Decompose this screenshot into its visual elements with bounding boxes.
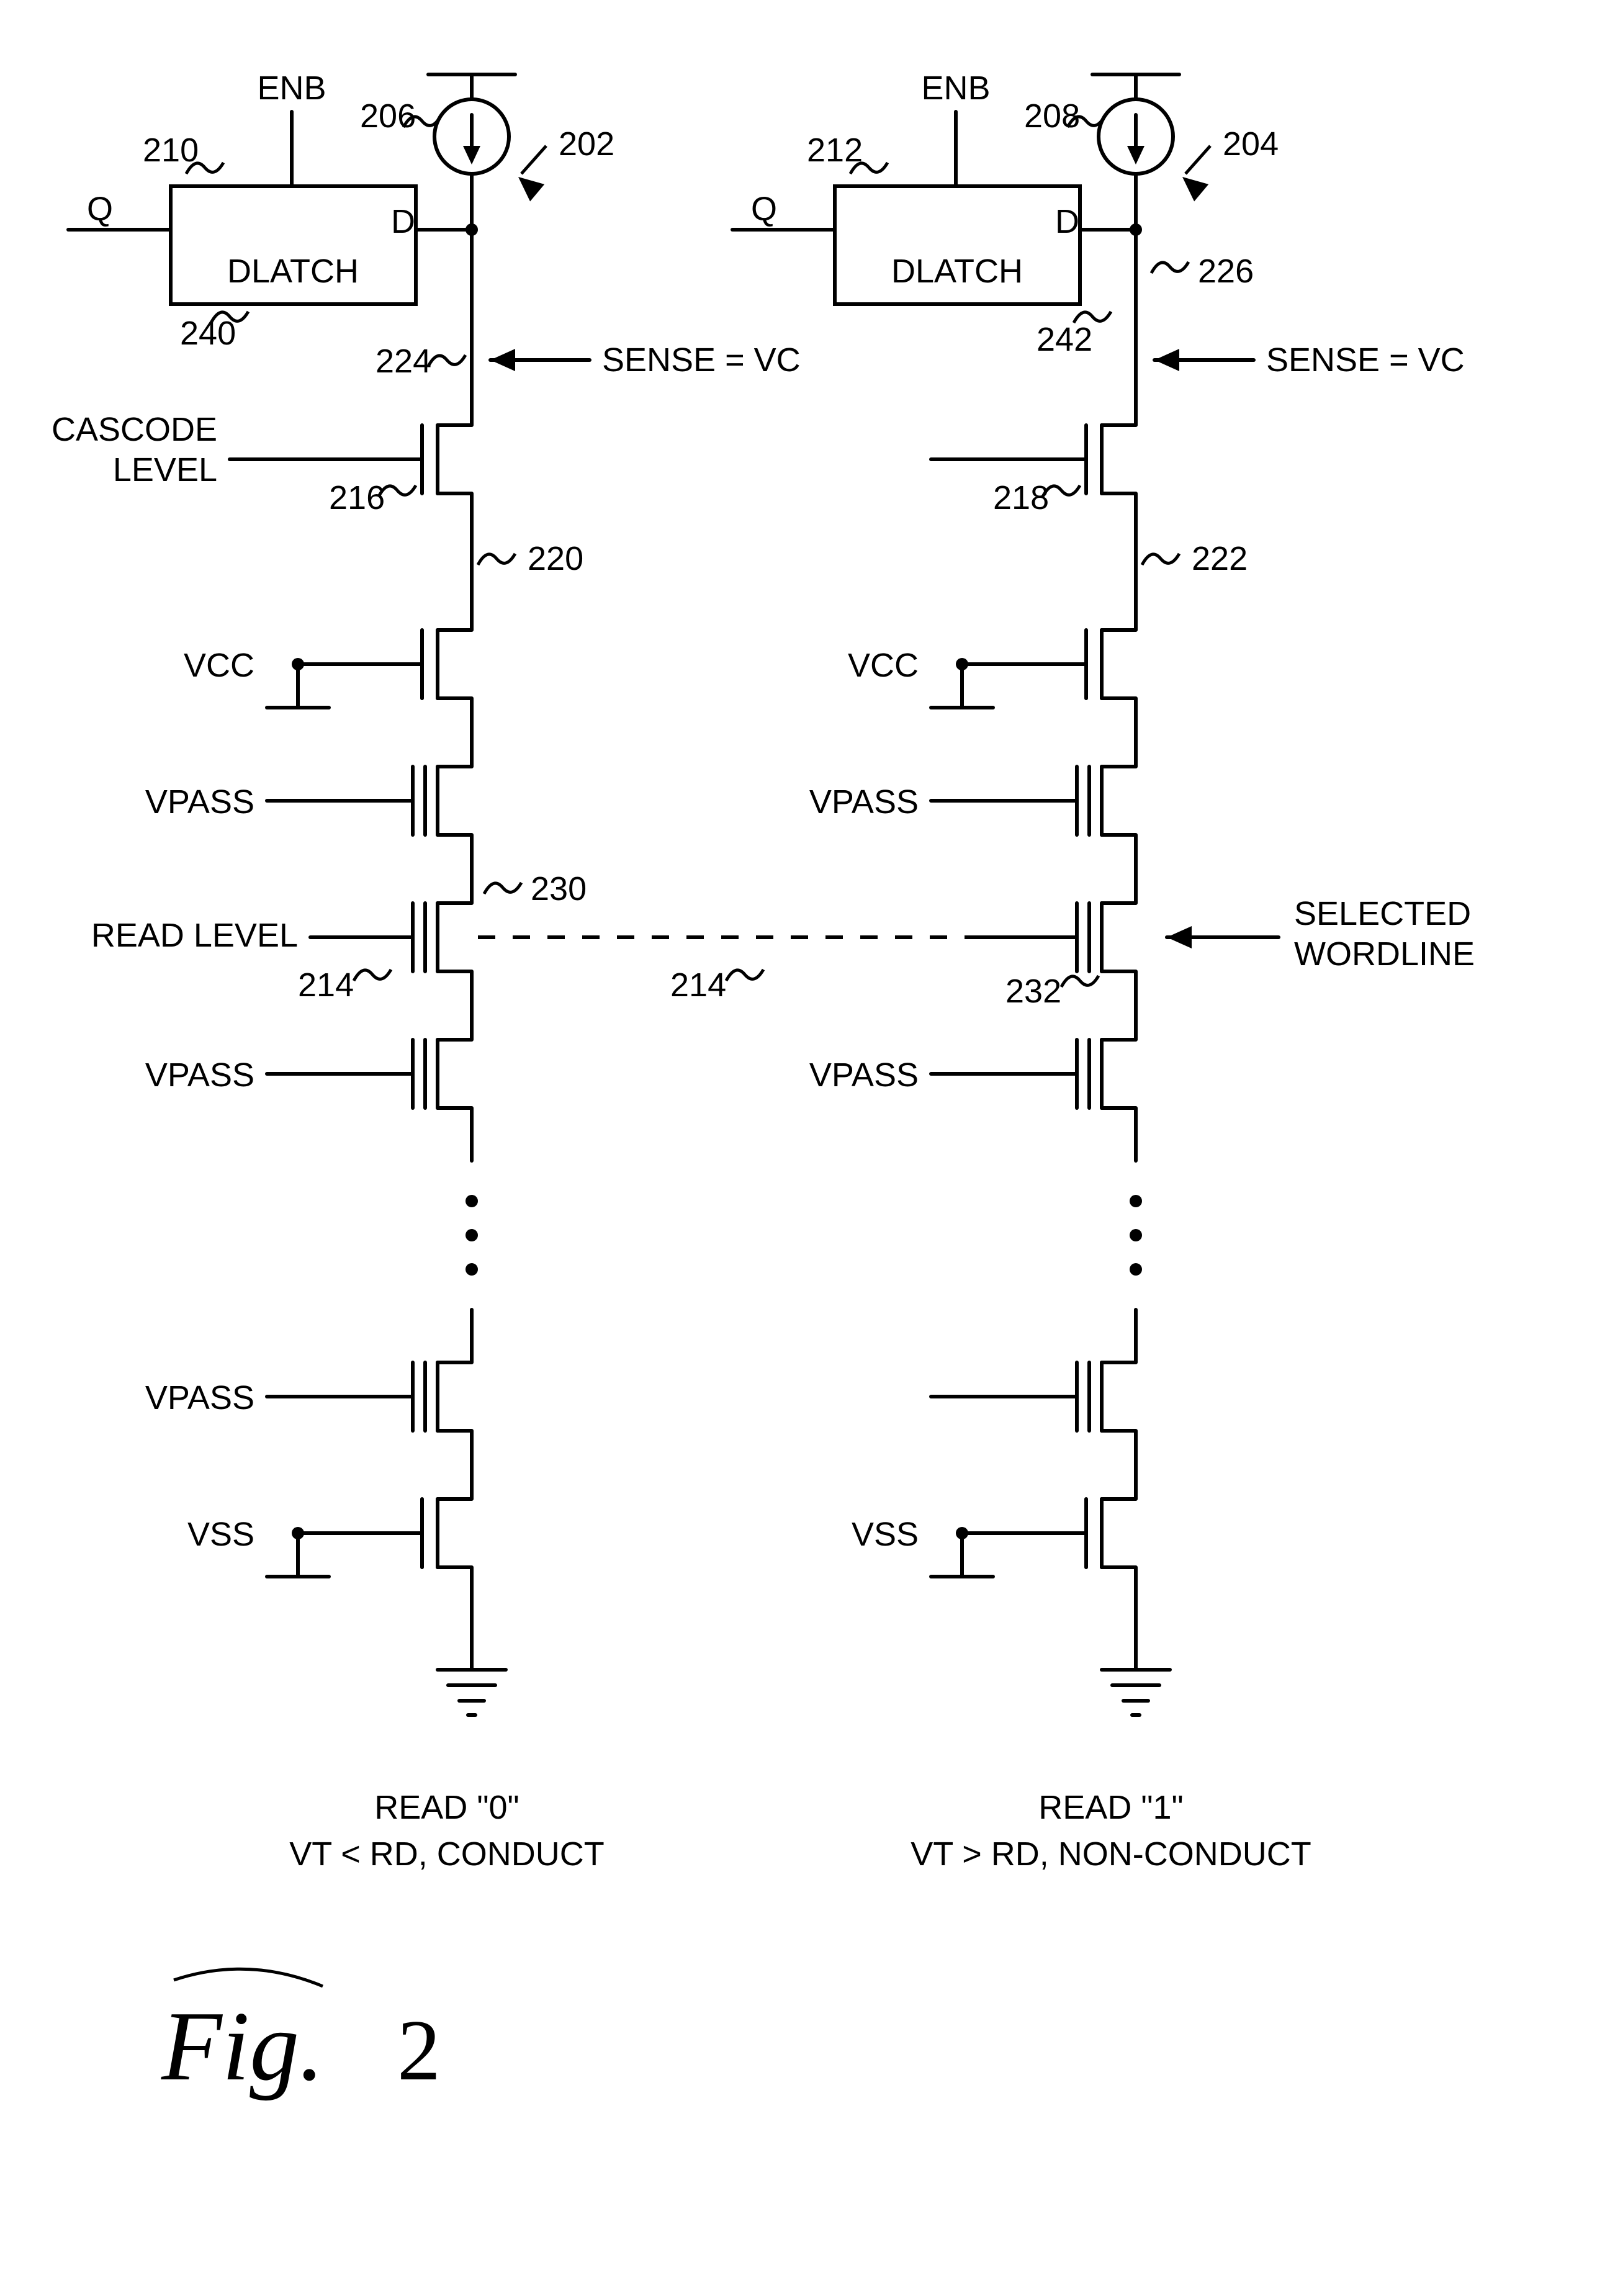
cell-vpass-bot-right — [1049, 1347, 1136, 1446]
ref-220: 220 — [528, 540, 583, 577]
ref-216: 216 — [329, 479, 385, 516]
read0-title: READ "0" — [374, 1789, 519, 1826]
latch-d-right: D — [1055, 203, 1079, 240]
readlevel-left: READ LEVEL — [91, 917, 298, 954]
enb-label-left: ENB — [257, 70, 326, 107]
cell-selected-right — [1049, 888, 1136, 987]
sense-right: SENSE = VC — [1266, 341, 1465, 379]
sg-bot-right — [1049, 1483, 1136, 1583]
ref-206: 206 — [360, 97, 416, 135]
wordline-label: WORDLINE — [1294, 935, 1475, 973]
vpass3-left: VPASS — [145, 1379, 254, 1416]
q-label-left: Q — [87, 191, 113, 228]
read0-sub: VT < RD, CONDUCT — [289, 1835, 605, 1873]
cell-vpass2-left — [385, 1024, 472, 1123]
ref-204: 204 — [1223, 125, 1279, 163]
vpass2-left: VPASS — [145, 1056, 254, 1094]
ref-210: 210 — [143, 132, 199, 169]
ref-214b: 214 — [670, 966, 726, 1004]
cell-vpass2-right — [1049, 1024, 1136, 1123]
dlatch-label-left: DLATCH — [227, 253, 359, 290]
ref-230: 230 — [531, 870, 587, 907]
cascode-nmos-right — [1049, 410, 1136, 509]
ref-240: 240 — [180, 315, 236, 352]
ref-218: 218 — [993, 479, 1049, 516]
cell-vpass-top-left — [385, 751, 472, 850]
vdots-right — [1130, 1195, 1142, 1276]
cascode-label: CASCODE — [52, 411, 217, 448]
enb-label-right: ENB — [921, 70, 990, 107]
cell-vpass-bot-left — [385, 1347, 472, 1446]
ref-232: 232 — [1005, 973, 1061, 1010]
selected-label: SELECTED — [1294, 895, 1471, 932]
ref-224: 224 — [376, 343, 431, 380]
current-source-left — [434, 99, 509, 174]
ref-208: 208 — [1024, 97, 1080, 135]
ref-214a: 214 — [298, 966, 354, 1004]
ref-242: 242 — [1037, 321, 1092, 358]
vdots-left — [465, 1195, 478, 1276]
sg-top-right — [1049, 615, 1136, 714]
fig-label: Fig. — [161, 1991, 324, 2101]
ref-222: 222 — [1192, 540, 1248, 577]
vss-right: VSS — [852, 1516, 919, 1553]
vpass2-right: VPASS — [809, 1056, 919, 1094]
vss-left: VSS — [187, 1516, 254, 1553]
sg-bot-left — [385, 1483, 472, 1583]
sense-left: SENSE = VC — [602, 341, 801, 379]
vcc-left: VCC — [184, 647, 254, 684]
cell-vpass-top-right — [1049, 751, 1136, 850]
cell-selected-left — [385, 888, 472, 987]
q-label-right: Q — [751, 191, 777, 228]
vpass1-left: VPASS — [145, 783, 254, 821]
level-label: LEVEL — [113, 451, 217, 488]
ref-202: 202 — [559, 125, 614, 163]
current-source-right — [1099, 99, 1173, 174]
vpass1-right: VPASS — [809, 783, 919, 821]
sg-top-left — [385, 615, 472, 714]
gnd-left — [438, 1645, 506, 1715]
latch-d-left: D — [391, 203, 415, 240]
vcc-right: VCC — [848, 647, 919, 684]
read1-sub: VT > RD, NON-CONDUCT — [911, 1835, 1311, 1873]
ref-212: 212 — [807, 132, 863, 169]
cascode-nmos-left — [385, 410, 472, 509]
fig-num: 2 — [397, 2002, 441, 2099]
gnd-right — [1102, 1645, 1170, 1715]
ref-226: 226 — [1198, 253, 1254, 290]
read1-title: READ "1" — [1038, 1789, 1183, 1826]
dlatch-label-right: DLATCH — [891, 253, 1023, 290]
